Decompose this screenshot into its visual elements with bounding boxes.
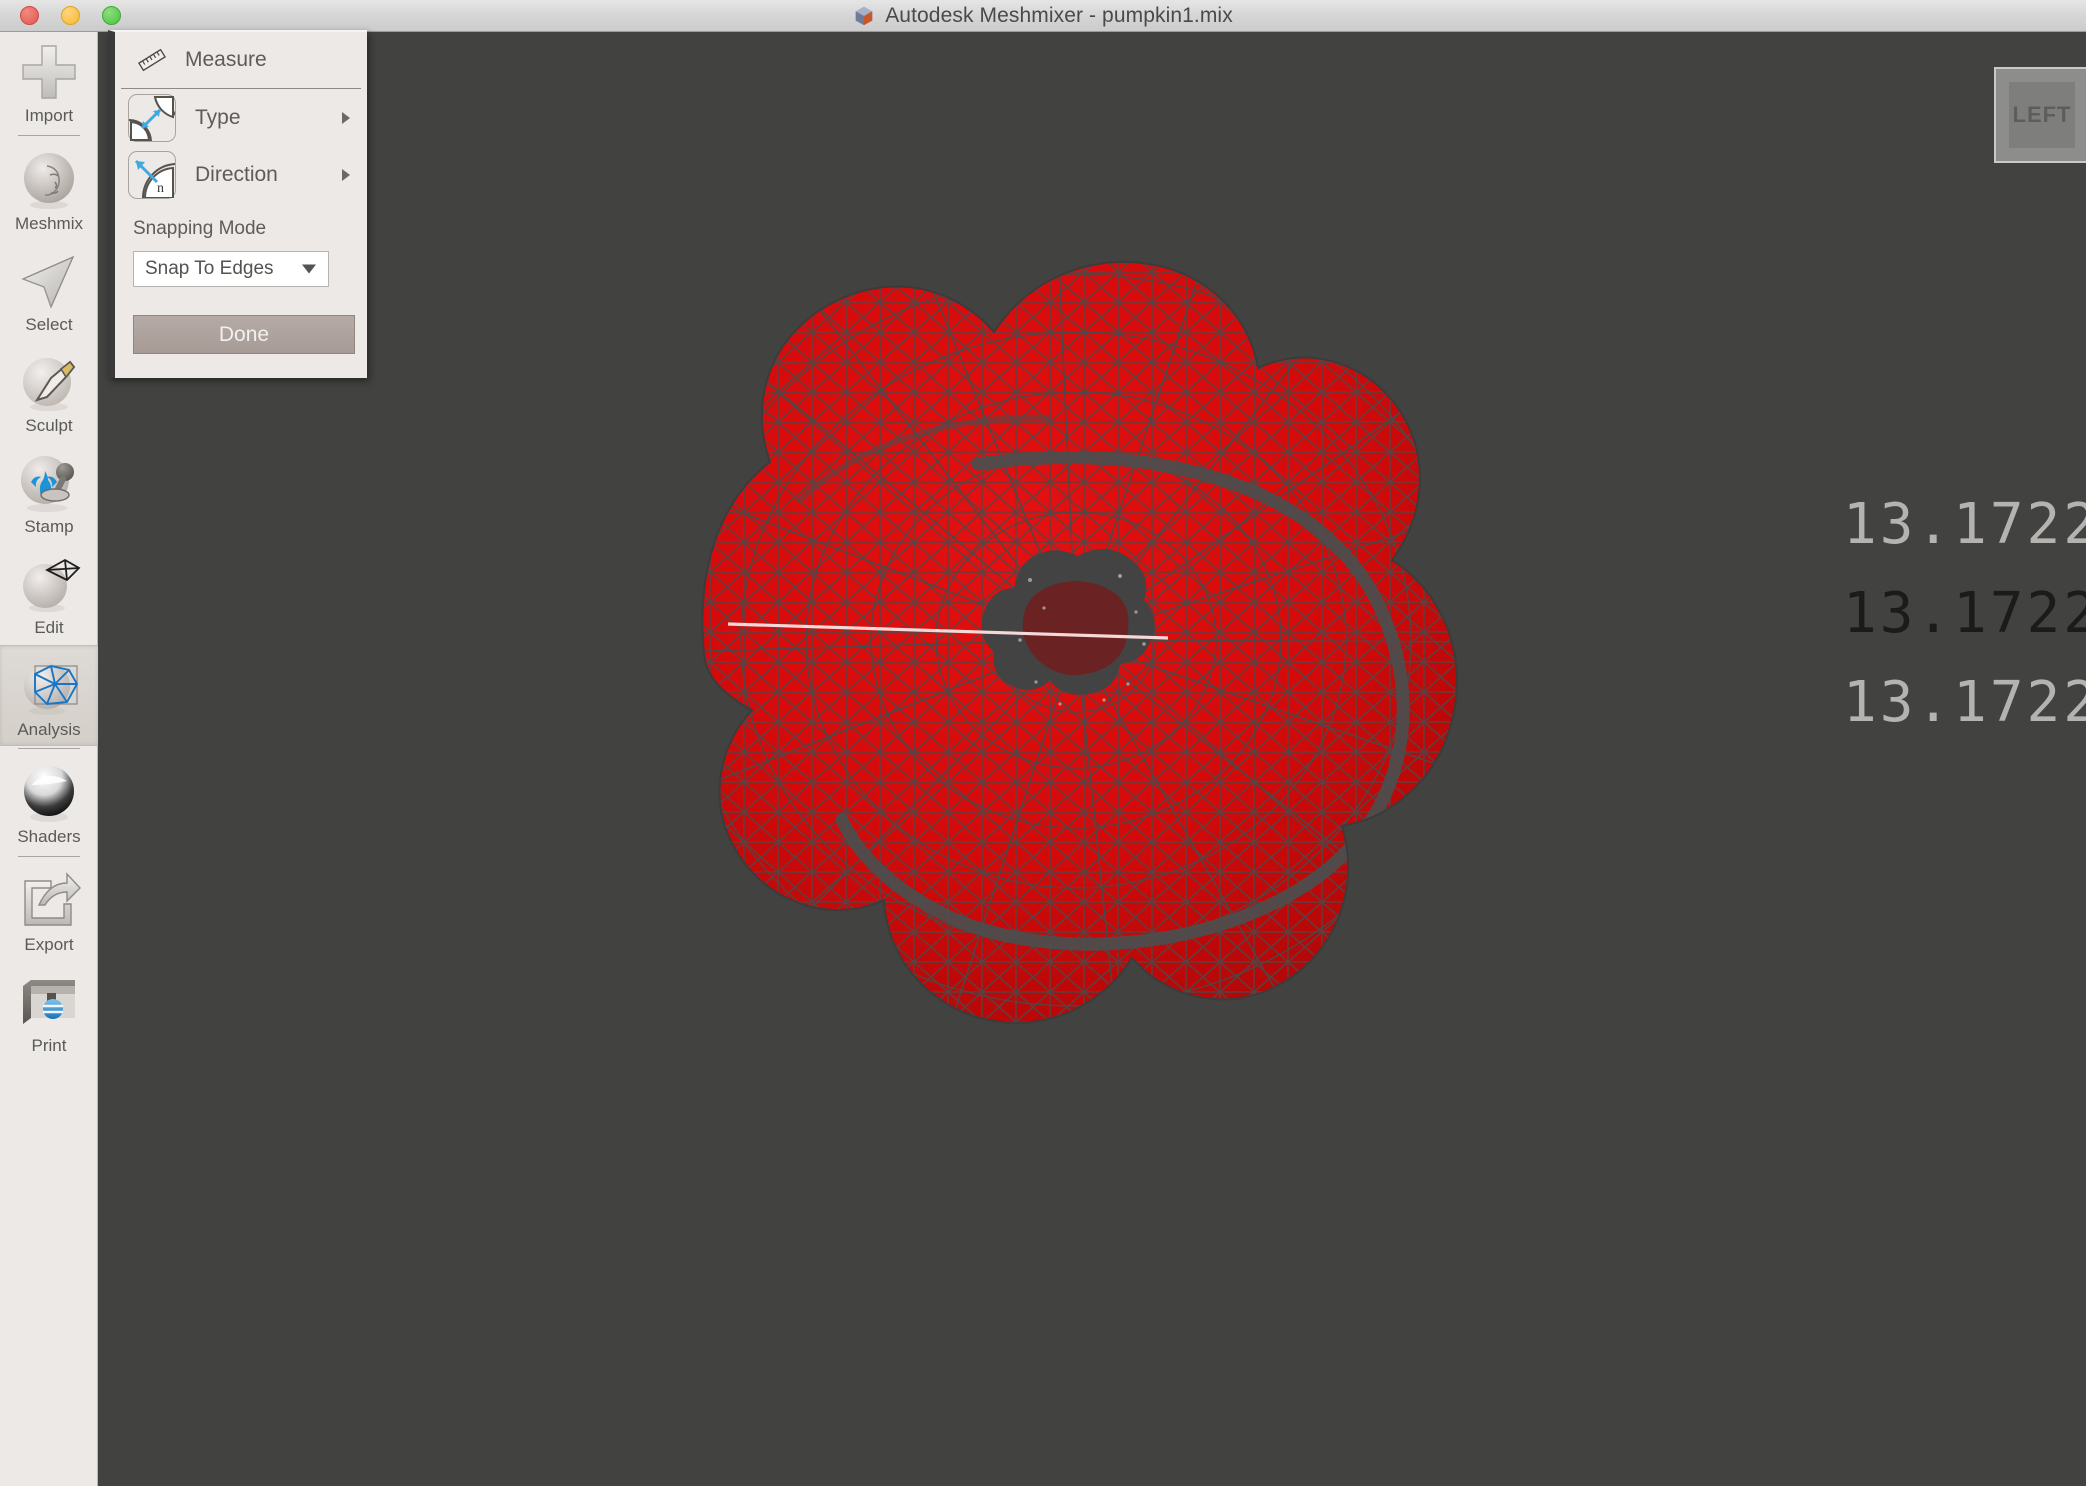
tool-label: Analysis: [17, 720, 80, 740]
model-canvas: [98, 32, 2086, 1486]
measurement-value: 13.1722: [1843, 670, 2086, 735]
window-title: Autodesk Meshmixer - pumpkin1.mix: [885, 4, 1233, 28]
measure-direction-row[interactable]: n Direction: [115, 146, 367, 203]
title-bar: Autodesk Meshmixer - pumpkin1.mix: [0, 0, 2086, 32]
measurement-value: 13.1722: [1843, 581, 2086, 646]
viewport-3d[interactable]: LEFT 13.1722 13.1722 13.1722: [98, 32, 2086, 1486]
export-arrow-icon: [16, 869, 82, 933]
measure-panel: Measure Type: [108, 30, 367, 378]
measure-type-label: Type: [195, 106, 241, 130]
left-toolbar: Import Meshmix Select: [0, 32, 98, 1486]
measurement-value: 13.1722: [1843, 492, 2086, 557]
chevron-right-icon: [342, 169, 350, 181]
plus-icon: [16, 40, 82, 104]
tool-select[interactable]: Select: [0, 241, 98, 342]
tool-edit[interactable]: Edit: [0, 544, 98, 645]
tool-label: Export: [24, 935, 73, 955]
measure-direction-label: Direction: [195, 163, 278, 187]
toolbar-separator: [18, 748, 80, 749]
tool-label: Import: [25, 106, 73, 126]
tool-label: Print: [32, 1036, 67, 1056]
tool-label: Stamp: [24, 517, 73, 537]
chevron-right-icon: [342, 112, 350, 124]
edit-mesh-icon: [16, 552, 82, 616]
brush-sphere-icon: [16, 350, 82, 414]
view-cube-label: LEFT: [2013, 102, 2072, 128]
toolbar-separator: [18, 135, 80, 136]
tool-label: Meshmix: [15, 214, 83, 234]
meshmixer-logo-icon: [853, 5, 875, 27]
snapping-mode-select[interactable]: Snap To Edges: [133, 251, 329, 287]
view-cube[interactable]: LEFT: [1994, 67, 2086, 163]
toolbar-separator: [18, 856, 80, 857]
tool-meshmix[interactable]: Meshmix: [0, 140, 98, 241]
tool-import[interactable]: Import: [0, 32, 98, 133]
meshmixer-window: Autodesk Meshmixer - pumpkin1.mix Import: [0, 0, 2086, 1486]
shader-sphere-icon: [16, 761, 82, 825]
view-cube-face[interactable]: LEFT: [2009, 82, 2075, 148]
done-button[interactable]: Done: [133, 315, 355, 354]
printer-icon: [16, 970, 82, 1034]
tool-sculpt[interactable]: Sculpt: [0, 342, 98, 443]
chevron-down-icon: [302, 265, 316, 274]
tool-stamp[interactable]: Stamp: [0, 443, 98, 544]
face-sphere-icon: [16, 148, 82, 212]
measure-panel-header: Measure: [121, 32, 361, 89]
measure-type-icon: [128, 94, 176, 142]
analysis-mesh-icon: [16, 654, 82, 718]
ruler-icon: [135, 48, 169, 72]
measure-panel-title: Measure: [185, 48, 267, 72]
tool-shaders[interactable]: Shaders: [0, 753, 98, 854]
measure-type-row[interactable]: Type: [115, 89, 367, 146]
tool-analysis[interactable]: Analysis: [0, 645, 98, 746]
svg-text:n: n: [157, 181, 164, 196]
tool-print[interactable]: Print: [0, 962, 98, 1063]
tool-label: Shaders: [17, 827, 80, 847]
tool-label: Edit: [34, 618, 63, 638]
title-center: Autodesk Meshmixer - pumpkin1.mix: [0, 0, 2086, 32]
cursor-arrow-icon: [16, 249, 82, 313]
tool-label: Sculpt: [25, 416, 72, 436]
snapping-mode-label: Snapping Mode: [115, 218, 367, 240]
measure-direction-icon: n: [128, 151, 176, 199]
measurement-readout: 13.1722 13.1722 13.1722: [1843, 492, 2086, 735]
tool-export[interactable]: Export: [0, 861, 98, 962]
tool-label: Select: [25, 315, 72, 335]
snapping-mode-value: Snap To Edges: [134, 258, 274, 280]
stamp-icon: [16, 451, 82, 515]
